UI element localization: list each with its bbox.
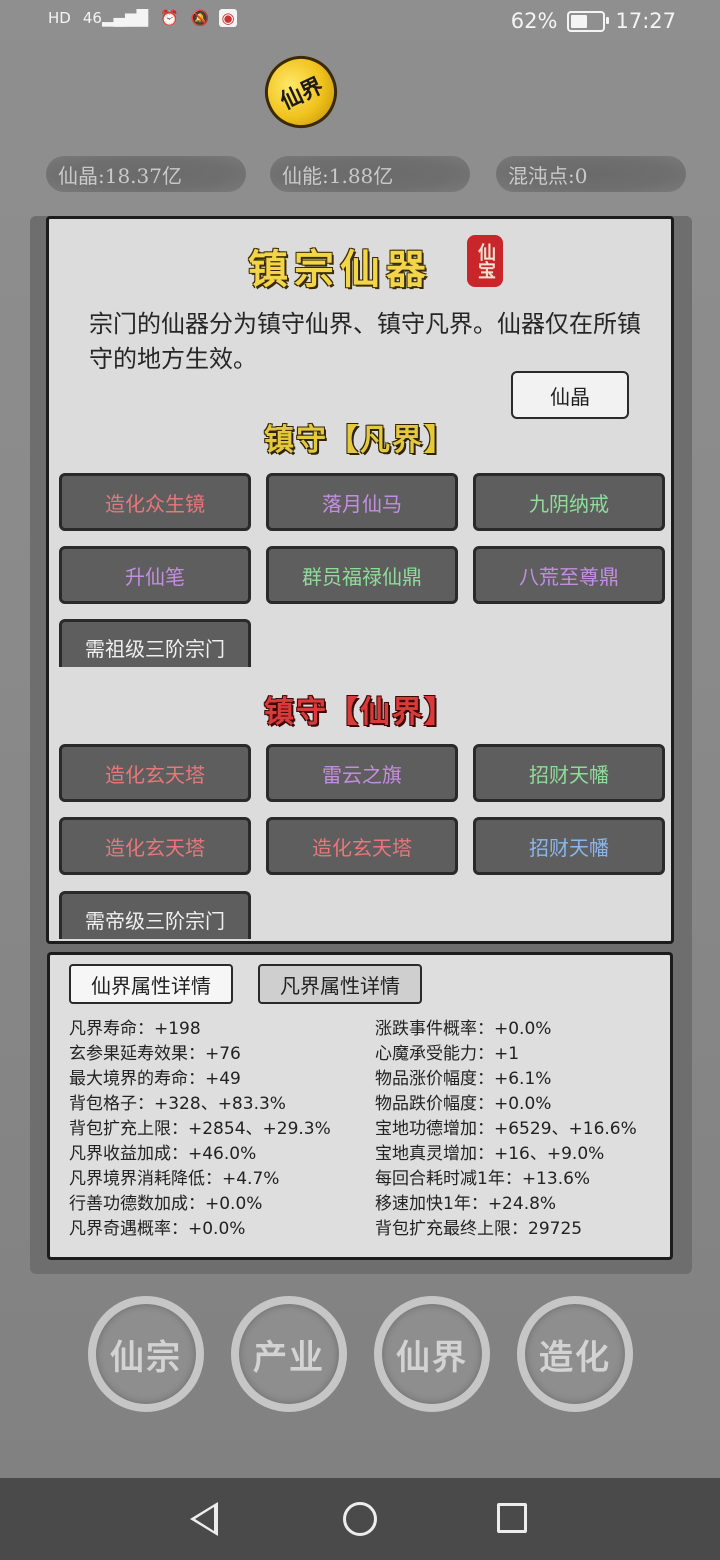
artifact-panel: 镇宗仙器 仙宝 宗门的仙器分为镇守仙界、镇守凡界。仙器仅在所镇守的地方生效。 仙… (46, 216, 674, 944)
attribute-line: 背包扩充上限：+2854、+29.3% (69, 1119, 331, 1139)
recent-apps-icon[interactable] (497, 1503, 527, 1533)
attribute-line: 物品跌价幅度：+0.0% (375, 1094, 552, 1114)
nav-label: 仙界 (396, 1337, 468, 1378)
treasure-seal-icon: 仙宝 (467, 235, 503, 287)
nav-label: 仙宗 (110, 1337, 182, 1378)
chaos-value: 混沌点:0 (508, 163, 588, 188)
attributes-panel: 仙界属性详情 凡界属性详情 凡界寿命：+198 玄参果延寿效果：+76 最大境界… (47, 952, 673, 1260)
attribute-line: 心魔承受能力：+1 (375, 1044, 520, 1064)
chaos-resource: 混沌点:0 (496, 156, 686, 192)
mortal-artifact-button[interactable]: 造化众生镜 (59, 473, 251, 531)
nav-immortal-realm-button[interactable]: 仙界 (374, 1296, 490, 1412)
crystal-value: 仙晶:18.37亿 (58, 163, 182, 188)
immortal-section-title: 镇守【仙界】 (264, 695, 456, 730)
nav-label: 造化 (539, 1337, 611, 1378)
immortal-artifact-button[interactable]: 招财天幡 (473, 817, 665, 875)
panel-title: 镇宗仙器 (248, 246, 432, 293)
nav-creation-button[interactable]: 造化 (517, 1296, 633, 1412)
attribute-line: 行善功德数加成：+0.0% (69, 1194, 263, 1214)
status-bar: HD 46▂▄▆█ ⏰ 🔕 ◉ 62% 17:27 (0, 0, 720, 44)
immortal-artifact-button[interactable]: 招财天幡 (473, 744, 665, 802)
app-notification-icon: ◉ (219, 9, 237, 27)
attribute-line: 凡界寿命：+198 (69, 1019, 201, 1039)
attribute-line: 玄参果延寿效果：+76 (69, 1044, 241, 1064)
mortal-section-title: 镇守【凡界】 (264, 423, 456, 458)
nav-label: 产业 (253, 1337, 325, 1378)
back-icon[interactable] (190, 1502, 218, 1536)
system-nav-bar (0, 1478, 720, 1560)
immortal-artifact-button[interactable]: 造化玄天塔 (266, 817, 458, 875)
attributes-left-column: 凡界寿命：+198 玄参果延寿效果：+76 最大境界的寿命：+49 背包格子：+… (69, 1017, 331, 1242)
alarm-icon: ⏰ (160, 9, 179, 27)
mortal-requirement-slot[interactable]: 需祖级三阶宗门 (59, 619, 251, 667)
immortal-artifact-grid: 造化玄天塔 雷云之旗 招财天幡 造化玄天塔 造化玄天塔 招财天幡 (59, 744, 665, 875)
attributes-right-column: 涨跌事件概率：+0.0% 心魔承受能力：+1 物品涨价幅度：+6.1% 物品跌价… (375, 1017, 637, 1242)
energy-resource: 仙能:1.88亿 (270, 156, 470, 192)
nav-industry-button[interactable]: 产业 (231, 1296, 347, 1412)
mortal-artifact-button[interactable]: 升仙笔 (59, 546, 251, 604)
signal-icon: 46▂▄▆█ (82, 9, 149, 27)
signal-label: 46 (82, 9, 102, 27)
immortal-artifact-button[interactable]: 造化玄天塔 (59, 817, 251, 875)
attribute-line: 凡界收益加成：+46.0% (69, 1144, 257, 1164)
immortal-artifact-button[interactable]: 造化玄天塔 (59, 744, 251, 802)
mortal-artifact-button[interactable]: 九阴纳戒 (473, 473, 665, 531)
mortal-artifact-button[interactable]: 八荒至尊鼎 (473, 546, 665, 604)
crystal-resource: 仙晶:18.37亿 (46, 156, 246, 192)
home-icon[interactable] (343, 1502, 377, 1536)
seal-text: 仙宝 (475, 243, 496, 279)
battery-percent: 62% (510, 9, 558, 33)
immortal-artifact-button[interactable]: 雷云之旗 (266, 744, 458, 802)
immortal-requirement-slot[interactable]: 需帝级三阶宗门 (59, 891, 251, 939)
energy-value: 仙能:1.88亿 (282, 163, 394, 188)
tab-immortal-attributes[interactable]: 仙界属性详情 (69, 964, 233, 1004)
attribute-line: 宝地功德增加：+6529、+16.6% (375, 1119, 637, 1139)
battery-icon (567, 10, 610, 32)
nav-sect-button[interactable]: 仙宗 (88, 1296, 204, 1412)
attribute-line: 背包格子：+328、+83.3% (69, 1094, 286, 1114)
hd-icon: HD (48, 9, 71, 27)
panel-description: 宗门的仙器分为镇守仙界、镇守凡界。仙器仅在所镇守的地方生效。 (89, 310, 641, 373)
tab-mortal-attributes[interactable]: 凡界属性详情 (258, 964, 422, 1004)
mute-icon: 🔕 (190, 9, 210, 27)
attribute-line: 最大境界的寿命：+49 (69, 1069, 241, 1089)
mortal-artifact-button[interactable]: 落月仙马 (266, 473, 458, 531)
realm-logo-icon[interactable]: 仙界 (253, 44, 349, 140)
attribute-line: 凡界奇遇概率：+0.0% (69, 1219, 246, 1239)
attribute-line: 宝地真灵增加：+16、+9.0% (375, 1144, 605, 1164)
attribute-line: 涨跌事件概率：+0.0% (375, 1019, 552, 1039)
mortal-artifact-grid: 造化众生镜 落月仙马 九阴纳戒 升仙笔 群员福禄仙鼎 八荒至尊鼎 (59, 473, 665, 604)
clock: 17:27 (615, 9, 676, 33)
attribute-line: 凡界境界消耗降低：+4.7% (69, 1169, 280, 1189)
logo-text: 仙界 (276, 72, 328, 115)
attribute-line: 移速加快1年：+24.8% (375, 1194, 557, 1214)
attribute-line: 背包扩充最终上限：29725 (375, 1219, 583, 1239)
mortal-artifact-button[interactable]: 群员福禄仙鼎 (266, 546, 458, 604)
attribute-line: 物品涨价幅度：+6.1% (375, 1069, 552, 1089)
crystal-currency-button[interactable]: 仙晶 (511, 371, 629, 419)
attribute-line: 每回合耗时减1年：+13.6% (375, 1169, 591, 1189)
